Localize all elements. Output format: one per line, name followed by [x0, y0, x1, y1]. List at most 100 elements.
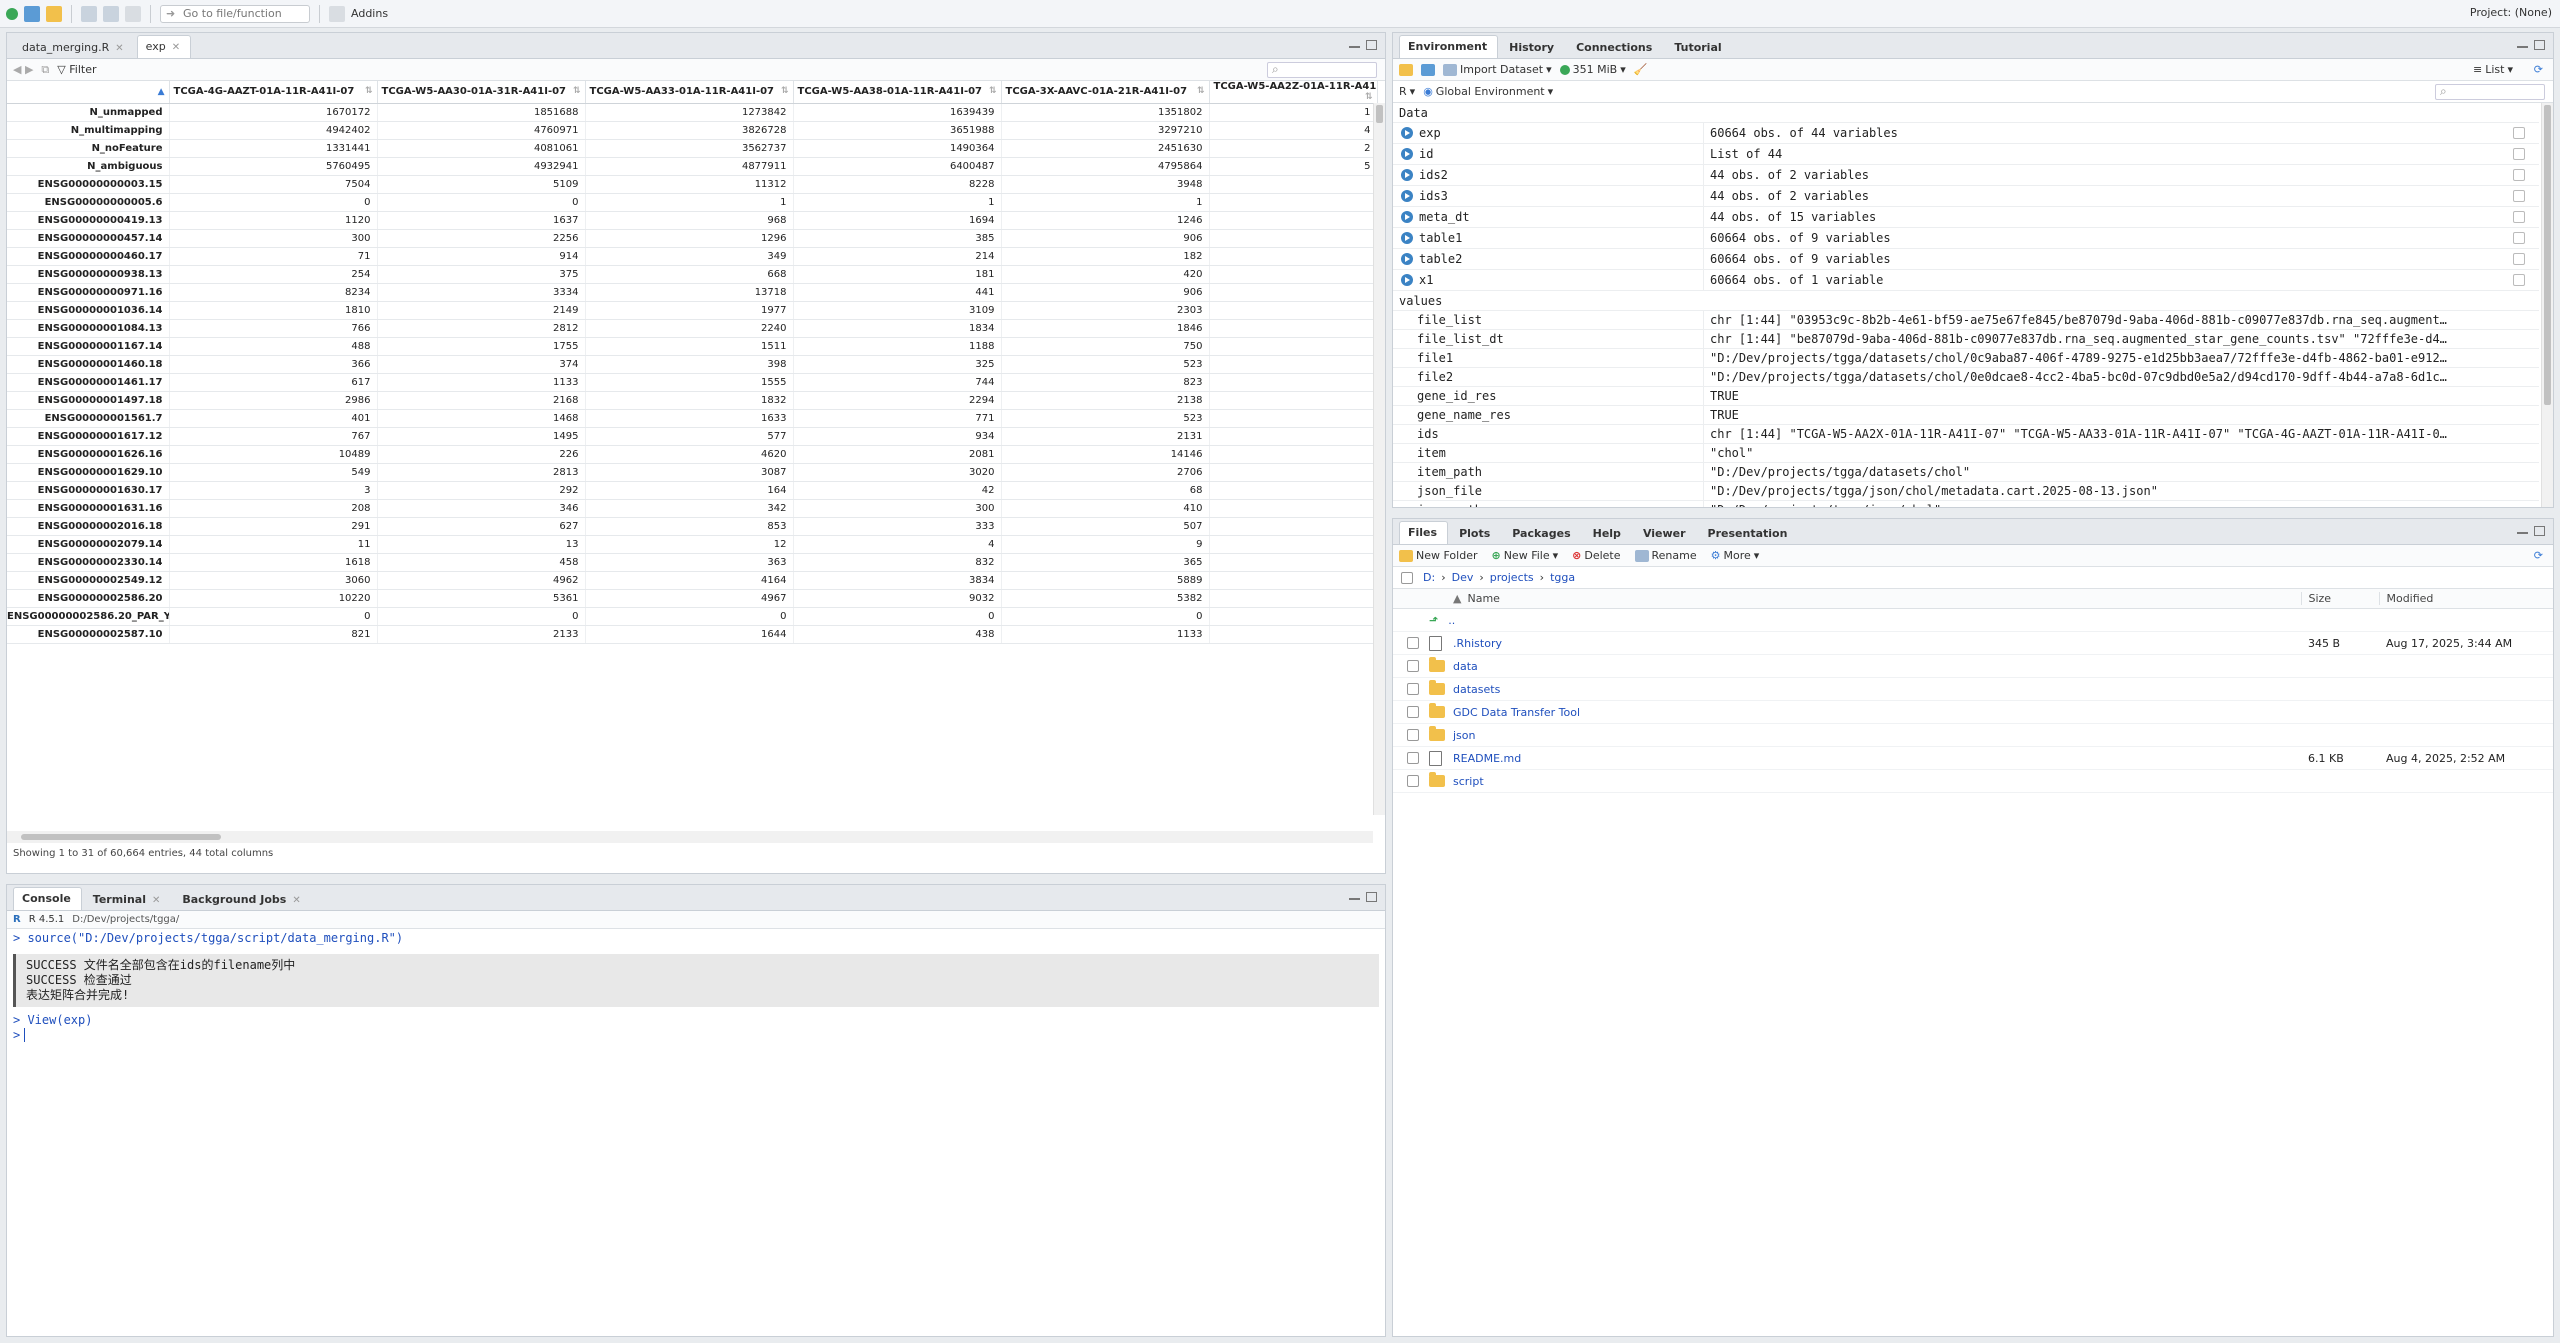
scroll-thumb[interactable] [21, 834, 221, 840]
language-select[interactable]: R ▾ [1399, 85, 1415, 98]
column-header[interactable]: TCGA-W5-AA30-01A-31R-A41I-07 ⇅ [377, 81, 586, 104]
file-checkbox[interactable] [1407, 775, 1419, 787]
console-output[interactable]: > source("D:/Dev/projects/tgga/script/da… [7, 929, 1385, 1045]
filter-icon[interactable]: ⇅ [989, 86, 997, 96]
env-data-row[interactable]: id List of 44 [1393, 143, 2539, 165]
file-checkbox[interactable] [1407, 729, 1419, 741]
filter-button[interactable]: ▽ Filter [57, 63, 96, 76]
file-checkbox[interactable] [1407, 706, 1419, 718]
col-name-header[interactable]: Name [1467, 592, 2301, 605]
table-search-input[interactable] [1267, 62, 1377, 78]
search-icon[interactable] [2513, 148, 2525, 160]
table-view-icon[interactable] [2513, 169, 2525, 181]
env-value-row[interactable]: gene_name_res TRUE [1393, 405, 2539, 425]
file-name-link[interactable]: json [1453, 729, 2308, 742]
env-data-row[interactable]: table2 60664 obs. of 9 variables [1393, 248, 2539, 270]
tab-help[interactable]: Help [1584, 522, 1632, 544]
column-header[interactable]: TCGA-3X-AAVC-01A-21R-A41I-07 ⇅ [1001, 81, 1210, 104]
broom-icon[interactable]: 🧹 [1634, 63, 1648, 76]
new-file-button[interactable]: ⊕ New File ▾ [1491, 549, 1558, 562]
filter-icon[interactable]: ⇅ [365, 86, 373, 96]
file-row[interactable]: datasets [1393, 678, 2553, 701]
table-view-icon[interactable] [2513, 127, 2525, 139]
file-row[interactable]: .Rhistory 345 B Aug 17, 2025, 3:44 AM [1393, 632, 2553, 655]
tab-exp[interactable]: exp ✕ [136, 35, 192, 58]
vertical-scrollbar[interactable] [1373, 103, 1385, 815]
minimize-icon[interactable] [1349, 40, 1360, 48]
minimize-icon[interactable] [1349, 892, 1360, 900]
tab-console[interactable]: Console [13, 887, 82, 910]
environment-search-input[interactable] [2435, 84, 2545, 100]
tab-environment[interactable]: Environment [1399, 35, 1499, 58]
horizontal-scrollbar[interactable] [7, 831, 1373, 843]
save-workspace-icon[interactable] [1421, 63, 1435, 76]
delete-button[interactable]: ⊗ Delete [1572, 549, 1620, 562]
col-size-header[interactable]: Size [2301, 592, 2379, 605]
expand-icon[interactable] [1401, 127, 1413, 139]
file-row[interactable]: GDC Data Transfer Tool [1393, 701, 2553, 724]
col-modified-header[interactable]: Modified [2379, 592, 2433, 605]
tab-plots[interactable]: Plots [1450, 522, 1501, 544]
expand-icon[interactable] [1401, 211, 1413, 223]
filter-icon[interactable]: ⇅ [781, 86, 789, 96]
tab-viewer[interactable]: Viewer [1634, 522, 1697, 544]
addins-menu[interactable]: Addins [351, 7, 388, 20]
maximize-icon[interactable] [2534, 526, 2545, 536]
tab-presentation[interactable]: Presentation [1699, 522, 1799, 544]
breadcrumb-projects[interactable]: projects [1490, 571, 1534, 584]
filter-icon[interactable]: ⇅ [573, 86, 581, 96]
expand-icon[interactable] [1401, 148, 1413, 160]
breadcrumb-dev[interactable]: Dev [1452, 571, 1474, 584]
env-value-row[interactable]: gene_id_res TRUE [1393, 386, 2539, 406]
new-folder-button[interactable]: New Folder [1399, 549, 1477, 562]
tab-terminal[interactable]: Terminal ✕ [84, 888, 172, 910]
file-row[interactable]: data [1393, 655, 2553, 678]
expand-icon[interactable] [1401, 190, 1413, 202]
close-icon[interactable]: ✕ [292, 895, 300, 906]
refresh-icon[interactable]: ⟳ [2534, 549, 2543, 562]
expand-icon[interactable] [1401, 253, 1413, 265]
maximize-icon[interactable] [2534, 40, 2545, 50]
more-menu-button[interactable]: ⚙ More ▾ [1711, 549, 1760, 562]
file-row[interactable]: README.md 6.1 KB Aug 4, 2025, 2:52 AM [1393, 747, 2553, 770]
new-project-icon[interactable] [24, 5, 40, 22]
expand-icon[interactable] [1401, 169, 1413, 181]
breadcrumb-drive[interactable]: D: [1423, 571, 1435, 584]
expand-icon[interactable] [1401, 274, 1413, 286]
new-file-icon[interactable] [6, 7, 18, 20]
view-mode-select[interactable]: ≡ List ▾ [2473, 63, 2513, 76]
tab-background-jobs[interactable]: Background Jobs ✕ [173, 888, 311, 910]
print-icon[interactable] [125, 5, 141, 22]
table-view-icon[interactable] [2513, 274, 2525, 286]
column-header[interactable]: TCGA-W5-AA2Z-01A-11R-A41I-07⇅ [1209, 81, 1378, 104]
env-value-row[interactable]: item_path "D:/Dev/projects/tgga/datasets/… [1393, 462, 2539, 482]
filter-icon[interactable]: ⇅ [1197, 86, 1205, 96]
parent-dir-link[interactable]: .. [1448, 614, 1455, 627]
env-value-row[interactable]: file_list chr [1:44] "03953c9c-8b2b-4e61-… [1393, 310, 2539, 330]
minimize-icon[interactable] [2517, 526, 2528, 534]
env-value-row[interactable]: file1 "D:/Dev/projects/tgga/datasets/chol… [1393, 348, 2539, 368]
popout-icon[interactable]: ⧉ [41, 63, 49, 77]
env-value-row[interactable]: json_path "D:/Dev/projects/tgga/json/chol… [1393, 500, 2539, 507]
project-menu[interactable]: Project: (None) [2470, 6, 2552, 19]
table-view-icon[interactable] [2513, 211, 2525, 223]
tab-connections[interactable]: Connections [1567, 36, 1663, 58]
vertical-scrollbar[interactable] [2541, 103, 2553, 507]
open-file-icon[interactable] [46, 5, 62, 22]
file-checkbox[interactable] [1407, 637, 1419, 649]
env-data-row[interactable]: ids3 44 obs. of 2 variables [1393, 185, 2539, 207]
save-all-icon[interactable] [103, 5, 119, 22]
column-header[interactable]: TCGA-4G-AAZT-01A-11R-A41I-07 ⇅ [169, 81, 378, 104]
file-row[interactable]: json [1393, 724, 2553, 747]
env-value-row[interactable]: item "chol" [1393, 443, 2539, 463]
tab-packages[interactable]: Packages [1503, 522, 1581, 544]
file-name-link[interactable]: README.md [1453, 752, 2308, 765]
memory-usage-button[interactable]: 351 MiB ▾ [1559, 63, 1626, 76]
rename-button[interactable]: Rename [1634, 549, 1697, 562]
tab-files[interactable]: Files [1399, 521, 1449, 544]
scope-select[interactable]: ◉ Global Environment ▾ [1423, 85, 1553, 98]
close-icon[interactable]: ✕ [115, 43, 123, 54]
back-icon[interactable]: ◀ ▶ [13, 63, 33, 76]
save-icon[interactable] [81, 5, 97, 22]
tab-tutorial[interactable]: Tutorial [1665, 36, 1732, 58]
